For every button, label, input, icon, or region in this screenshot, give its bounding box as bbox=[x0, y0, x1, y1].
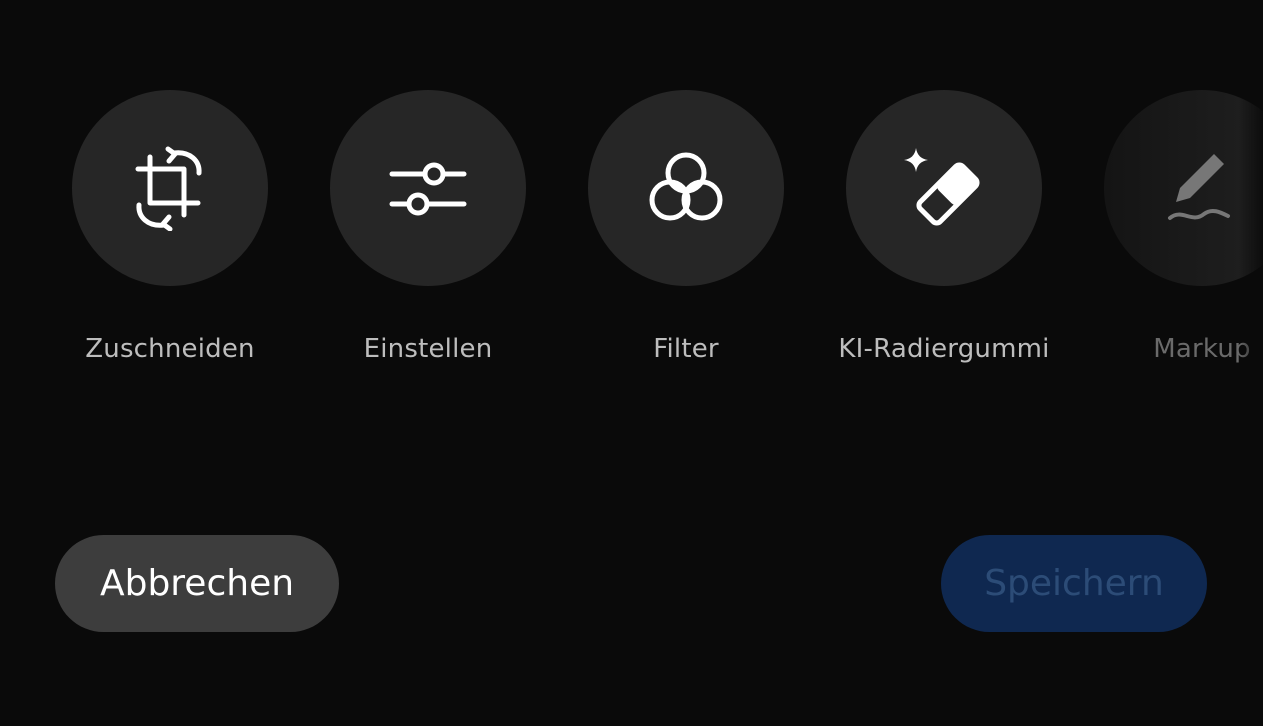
tool-ai-eraser[interactable]: KI-Radiergummi bbox=[838, 90, 1049, 364]
tool-filter-label: Filter bbox=[653, 334, 719, 364]
cancel-button[interactable]: Abbrechen bbox=[55, 535, 339, 632]
photo-editor-screen: Zuschneiden Einstellen Filter KI-Radierg… bbox=[0, 0, 1263, 726]
filter-circles-icon bbox=[649, 152, 723, 221]
tool-ai-eraser-label: KI-Radiergummi bbox=[838, 334, 1050, 364]
tool-adjust[interactable]: Einstellen bbox=[330, 90, 526, 364]
crop-rotate-icon bbox=[135, 146, 202, 231]
tool-crop[interactable]: Zuschneiden bbox=[72, 90, 268, 364]
tool-ai-eraser-button[interactable] bbox=[846, 90, 1042, 286]
save-button[interactable]: Speichern bbox=[941, 535, 1207, 632]
tool-adjust-label: Einstellen bbox=[363, 334, 493, 364]
pen-markup-icon bbox=[1168, 154, 1230, 220]
tool-adjust-button[interactable] bbox=[330, 90, 526, 286]
sliders-icon bbox=[389, 162, 467, 216]
tool-filter[interactable]: Filter bbox=[588, 90, 784, 364]
tool-markup[interactable]: Markup bbox=[1104, 90, 1263, 364]
tool-filter-button[interactable] bbox=[588, 90, 784, 286]
tool-markup-label: Markup bbox=[1153, 334, 1251, 364]
tool-crop-button[interactable] bbox=[72, 90, 268, 286]
tool-markup-button[interactable] bbox=[1104, 90, 1263, 286]
tool-crop-label: Zuschneiden bbox=[85, 334, 255, 364]
ai-eraser-icon bbox=[904, 148, 980, 226]
